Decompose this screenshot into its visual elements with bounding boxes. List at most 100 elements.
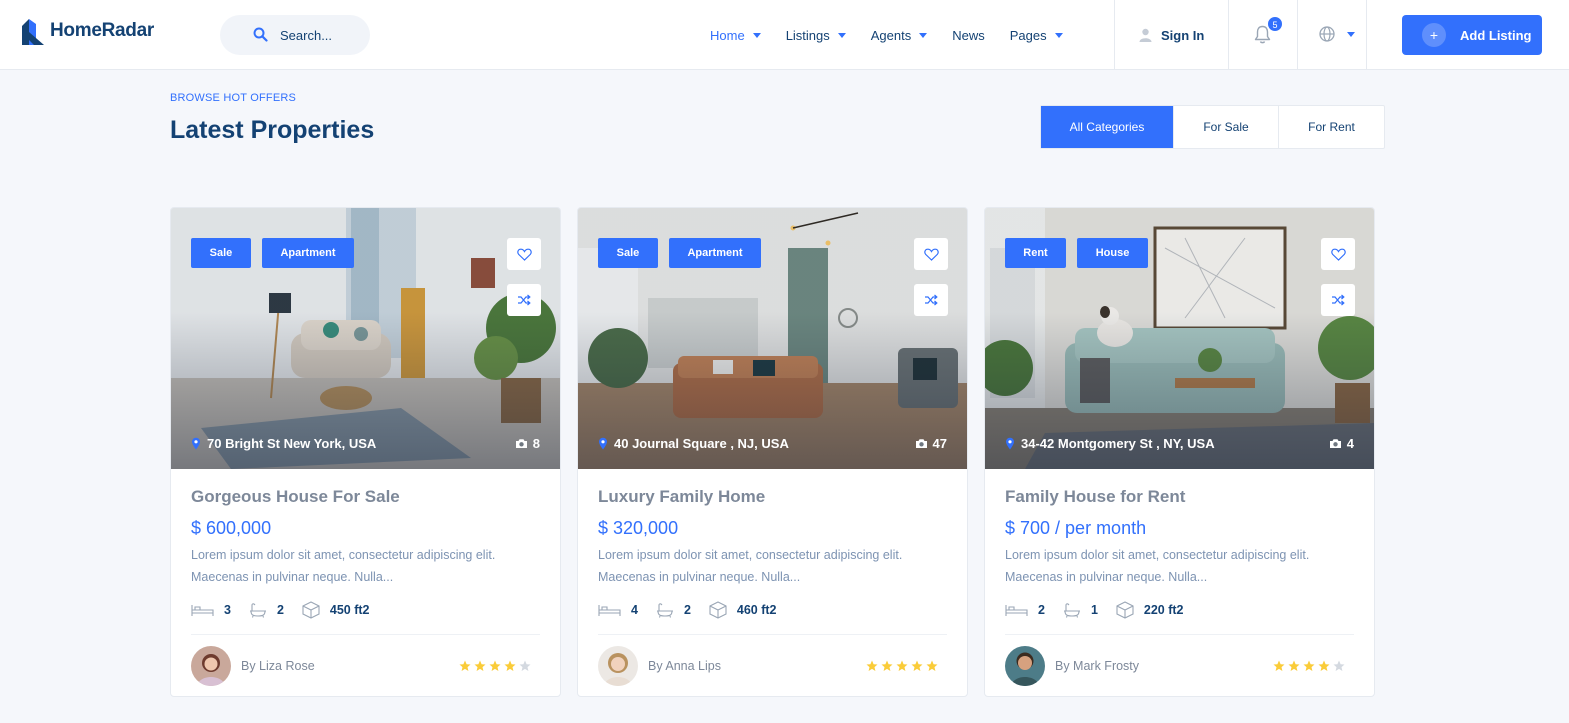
bed-icon — [598, 604, 621, 616]
feature-area: 450 ft2 — [302, 601, 370, 619]
area-value: 460 ft2 — [736, 603, 777, 617]
bathrooms-count: 1 — [1090, 603, 1098, 617]
tag-badge[interactable]: Rent — [1005, 238, 1066, 268]
property-address: 34-42 Montgomery St , NY, USA — [1005, 436, 1215, 451]
feature-bathrooms: 1 — [1063, 602, 1098, 618]
property-image[interactable]: Rent House 34-42 Montgomery St , NY, USA… — [985, 208, 1374, 469]
favorite-button[interactable] — [914, 238, 948, 270]
property-card[interactable]: Rent House 34-42 Montgomery St , NY, USA… — [984, 207, 1375, 697]
compare-button[interactable] — [1321, 284, 1355, 316]
bath-icon — [656, 602, 673, 618]
tag-badge[interactable]: Sale — [598, 238, 658, 268]
compare-button[interactable] — [507, 284, 541, 316]
filter-for-rent[interactable]: For Rent — [1279, 106, 1384, 148]
shuffle-icon — [518, 294, 531, 306]
avatar-photo — [1005, 646, 1045, 686]
chevron-down-icon — [752, 32, 761, 38]
filter-all-categories[interactable]: All Categories — [1041, 106, 1174, 148]
nav-home[interactable]: Home — [710, 28, 761, 43]
property-image[interactable]: Sale Apartment 70 Bright St New York, US… — [171, 208, 560, 469]
feature-bathrooms: 2 — [249, 602, 284, 618]
property-description: Lorem ipsum dolor sit amet, consectetur … — [598, 544, 947, 588]
section-eyebrow: BROWSE HOT OFFERS — [170, 92, 297, 104]
bathrooms-count: 2 — [276, 603, 284, 617]
photo-count[interactable]: 47 — [915, 436, 947, 451]
feature-bedrooms: 4 — [598, 603, 638, 617]
card-footer: By Mark Frosty — [1005, 635, 1354, 696]
star-filled-icon — [896, 660, 908, 671]
cube-icon — [1116, 601, 1134, 619]
add-listing-button[interactable]: + Add Listing — [1402, 15, 1542, 55]
star-rating — [863, 660, 938, 672]
search-box[interactable] — [220, 15, 370, 55]
chevron-down-icon — [837, 32, 846, 38]
camera-icon — [1329, 439, 1341, 448]
agent-name[interactable]: By Liza Rose — [241, 659, 315, 673]
address-text: 70 Bright St New York, USA — [207, 436, 377, 451]
heart-icon — [923, 248, 939, 261]
star-filled-icon — [911, 660, 923, 671]
star-filled-icon — [1303, 660, 1315, 671]
favorite-button[interactable] — [1321, 238, 1355, 270]
agent-avatar[interactable] — [191, 646, 231, 686]
star-filled-icon — [489, 660, 501, 671]
tag-badge[interactable]: House — [1077, 238, 1148, 268]
map-pin-icon — [599, 437, 607, 450]
filter-for-sale[interactable]: For Sale — [1174, 106, 1279, 148]
logo-text: HomeRadar — [50, 20, 154, 41]
cube-icon — [709, 601, 727, 619]
map-pin-icon — [1006, 437, 1014, 450]
top-header: HomeRadar Home Listings Agents News Page… — [0, 0, 1569, 70]
nav-agents[interactable]: Agents — [871, 28, 928, 43]
star-rating — [1270, 660, 1345, 672]
agent-name[interactable]: By Mark Frosty — [1055, 659, 1139, 673]
nav-listings[interactable]: Listings — [786, 28, 846, 43]
tag-badge[interactable]: Apartment — [262, 238, 354, 268]
compare-button[interactable] — [914, 284, 948, 316]
card-footer: By Anna Lips — [598, 635, 947, 696]
property-address: 70 Bright St New York, USA — [191, 436, 376, 451]
feature-area: 220 ft2 — [1116, 601, 1184, 619]
bath-icon — [249, 602, 266, 618]
star-filled-icon — [459, 660, 471, 671]
nav-pages[interactable]: Pages — [1010, 28, 1063, 43]
bedrooms-count: 4 — [631, 603, 638, 617]
property-title[interactable]: Family House for Rent — [1005, 487, 1354, 509]
star-filled-icon — [866, 660, 878, 671]
agent-avatar[interactable] — [1005, 646, 1045, 686]
property-card[interactable]: Sale Apartment 70 Bright St New York, US… — [170, 207, 561, 697]
photo-count-text: 8 — [532, 436, 540, 451]
photo-count[interactable]: 8 — [515, 436, 540, 451]
property-card[interactable]: Sale Apartment 40 Journal Square , NJ, U… — [577, 207, 968, 697]
tag-badge[interactable]: Sale — [191, 238, 251, 268]
property-features: 4 2 460 ft2 — [598, 600, 947, 620]
agent-avatar[interactable] — [598, 646, 638, 686]
property-image[interactable]: Sale Apartment 40 Journal Square , NJ, U… — [578, 208, 967, 469]
address-text: 34-42 Montgomery St , NY, USA — [1021, 436, 1215, 451]
sign-in-link[interactable]: Sign In — [1139, 0, 1204, 70]
category-filter: All Categories For Sale For Rent — [1040, 105, 1385, 149]
globe-icon — [1319, 26, 1335, 42]
tag-badge[interactable]: Apartment — [669, 238, 761, 268]
property-title[interactable]: Luxury Family Home — [598, 487, 947, 509]
photo-count[interactable]: 4 — [1329, 436, 1354, 451]
language-selector[interactable] — [1319, 26, 1355, 42]
header-divider — [1366, 0, 1367, 70]
property-title[interactable]: Gorgeous House For Sale — [191, 487, 540, 509]
property-description: Lorem ipsum dolor sit amet, consectetur … — [191, 544, 540, 588]
star-empty-icon — [519, 660, 531, 671]
favorite-button[interactable] — [507, 238, 541, 270]
star-filled-icon — [474, 660, 486, 671]
property-description: Lorem ipsum dolor sit amet, consectetur … — [1005, 544, 1354, 588]
description-line: Maecenas in pulvinar neque. Nulla... — [1005, 570, 1208, 584]
bed-icon — [191, 604, 214, 616]
heart-icon — [1330, 248, 1346, 261]
feature-bedrooms: 3 — [191, 603, 231, 617]
star-rating — [456, 660, 531, 672]
logo[interactable]: HomeRadar — [20, 16, 154, 46]
feature-bedrooms: 2 — [1005, 603, 1045, 617]
agent-name[interactable]: By Anna Lips — [648, 659, 721, 673]
search-input[interactable] — [280, 27, 370, 43]
nav-news[interactable]: News — [952, 28, 985, 43]
camera-icon — [515, 439, 527, 448]
